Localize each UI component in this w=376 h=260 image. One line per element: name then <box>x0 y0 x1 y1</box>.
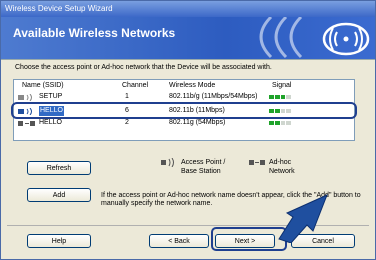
header-banner: Available Wireless Networks <box>1 17 375 59</box>
access-point-icon <box>161 158 174 167</box>
wireless-logo-icon <box>259 17 370 59</box>
legend-access-point: Access Point / Base Station <box>181 159 226 175</box>
column-header-mode[interactable]: Wireless Mode <box>169 82 215 89</box>
adhoc-icon <box>18 121 35 126</box>
network-mode: 802.11g (54Mbps) <box>169 119 226 126</box>
add-button[interactable]: Add <box>27 188 91 202</box>
network-ssid: HELLO <box>39 119 62 126</box>
signal-strength <box>269 121 291 125</box>
column-header-channel[interactable]: Channel <box>122 82 148 89</box>
header-divider <box>1 59 375 60</box>
help-button[interactable]: Help <box>27 234 91 248</box>
selection-highlight-ring <box>11 102 357 119</box>
network-row[interactable]: HELLO 2 802.11g (54Mbps) <box>17 118 351 128</box>
back-button[interactable]: < Back <box>149 234 209 248</box>
adhoc-icon <box>249 160 265 165</box>
column-header-signal[interactable]: Signal <box>272 82 291 89</box>
network-mode: 802.11b/g (11Mbps/54Mbps) <box>169 93 258 100</box>
access-point-icon <box>18 94 32 101</box>
page-title: Available Wireless Networks <box>13 26 176 40</box>
wizard-window: Wireless Device Setup Wizard Available W… <box>0 0 376 260</box>
network-ssid: SETUP <box>39 93 63 100</box>
instruction-text: Choose the access point or Ad-hoc networ… <box>15 64 272 71</box>
network-channel: 2 <box>125 119 129 126</box>
pointer-arrow-icon <box>278 194 328 243</box>
signal-strength <box>269 95 291 99</box>
network-channel: 1 <box>125 93 129 100</box>
title-bar: Wireless Device Setup Wizard <box>1 1 375 17</box>
network-row[interactable]: SETUP 1 802.11b/g (11Mbps/54Mbps) <box>17 92 351 102</box>
column-header-ssid[interactable]: Name (SSID) <box>22 82 64 89</box>
legend-adhoc: Ad-hoc Network <box>269 159 295 175</box>
refresh-button[interactable]: Refresh <box>27 161 91 175</box>
